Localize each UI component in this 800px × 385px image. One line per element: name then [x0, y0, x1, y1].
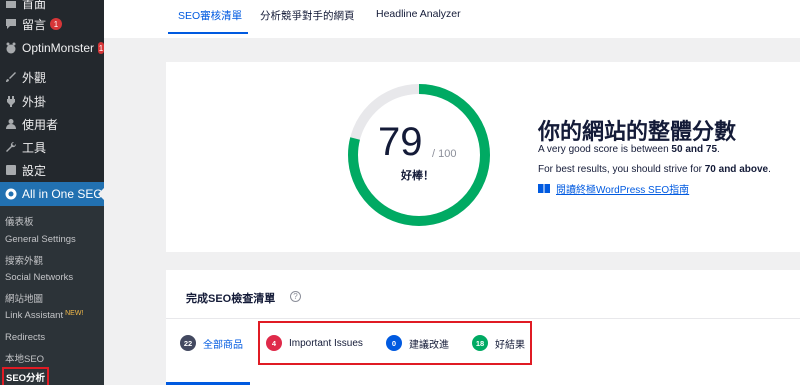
- tab-all-items[interactable]: 22 全部商品: [180, 335, 243, 351]
- analysis-tabs: SEO審核清單 分析競爭對手的網頁 Headline Analyzer: [104, 0, 800, 38]
- sidebar-item-optinmonster[interactable]: OptinMonster 1: [0, 37, 104, 59]
- seo-guide-link-label: 閱讀終極WordPress SEO指南: [556, 185, 690, 196]
- notification-badge: 1: [50, 18, 63, 30]
- score-range-text: A very good score is between 50 and 75.: [538, 144, 720, 155]
- site-score-card: 79 / 100 好棒！ 你的網站的整體分數 A very good score…: [166, 62, 800, 252]
- sidebar-item-label: 外掛: [22, 94, 47, 109]
- sidebar-item-settings[interactable]: 設定: [0, 159, 104, 181]
- sidebar-item-label: OptinMonster: [22, 41, 95, 55]
- score-title: 你的網站的整體分數: [538, 119, 737, 144]
- score-advice-text: For best results, you should strive for …: [538, 164, 771, 175]
- sidebar-item-label: 首面: [22, 0, 47, 11]
- sidebar-item-label: 留言: [22, 17, 47, 32]
- text-part: For best results, you should strive for: [538, 164, 705, 175]
- tab-analyze-competitor[interactable]: 分析競爭對手的網頁: [260, 8, 355, 23]
- tab-label: 全部商品: [203, 339, 243, 351]
- tab-headline-analyzer[interactable]: Headline Analyzer: [376, 8, 461, 20]
- sidebar-item-users[interactable]: 使用者: [0, 113, 104, 135]
- sidebar-item-comments[interactable]: 留言 1: [0, 13, 104, 35]
- admin-sidebar: 首面 留言 1 OptinMonster 1 外觀 外掛 使用者 工具 設定 A…: [0, 0, 104, 385]
- sidebar-item-all-in-one-seo[interactable]: All in One SEO: [0, 182, 104, 206]
- checklist-title: 完成SEO檢查清單: [186, 293, 276, 305]
- aioseo-icon: [5, 188, 17, 200]
- settings-icon: [5, 164, 17, 176]
- home-icon: [5, 0, 17, 9]
- sidebar-item-tools[interactable]: 工具: [0, 136, 104, 158]
- wrench-icon: [5, 141, 17, 153]
- submenu-seo-analysis[interactable]: SEO分析: [2, 367, 50, 385]
- optinmonster-icon: [5, 42, 17, 54]
- submenu-redirects[interactable]: Redirects: [5, 332, 45, 343]
- active-tab-indicator: [168, 32, 248, 34]
- submenu-dashboard[interactable]: 儀表板: [5, 214, 34, 228]
- sidebar-item-label: All in One SEO: [22, 187, 103, 201]
- sidebar-item-dashboard[interactable]: 首面: [0, 0, 104, 14]
- plugin-icon: [5, 95, 17, 107]
- seo-guide-link[interactable]: 閱讀終極WordPress SEO指南: [538, 181, 689, 196]
- text-part: .: [717, 144, 720, 155]
- text-bold: 70 and above: [704, 164, 769, 175]
- sidebar-item-label: 外觀: [22, 70, 47, 85]
- score-max: / 100: [432, 148, 457, 160]
- sidebar-item-label: 使用者: [22, 117, 59, 132]
- count-badge: 22: [180, 335, 196, 351]
- highlight-annotation: [258, 321, 532, 365]
- paintbrush-icon: [5, 71, 17, 83]
- submenu-link-assistant[interactable]: Link Assistant NEW!: [5, 310, 83, 321]
- submenu-search-appearance[interactable]: 搜索外觀: [5, 253, 43, 267]
- sidebar-item-label: 工具: [22, 140, 47, 155]
- text-part: A very good score is between: [538, 144, 672, 155]
- sidebar-item-appearance[interactable]: 外觀: [0, 66, 104, 88]
- text-bold: 50 and 75: [671, 144, 718, 155]
- sidebar-item-plugins[interactable]: 外掛: [0, 90, 104, 112]
- submenu-label: Link Assistant: [5, 310, 64, 321]
- help-icon[interactable]: ?: [290, 291, 301, 302]
- submenu-social-networks[interactable]: Social Networks: [5, 272, 73, 283]
- text-part: .: [768, 164, 771, 175]
- score-value: 79: [378, 120, 423, 164]
- book-icon: [538, 184, 550, 193]
- tab-seo-audit-checklist[interactable]: SEO審核清單: [178, 8, 242, 23]
- submenu-general-settings[interactable]: General Settings: [5, 234, 76, 245]
- divider: [166, 318, 800, 319]
- submenu-local-seo[interactable]: 本地SEO: [5, 351, 44, 365]
- main-content: SEO審核清單 分析競爭對手的網頁 Headline Analyzer 79 /…: [104, 0, 800, 385]
- comment-icon: [5, 18, 17, 30]
- sidebar-item-label: 設定: [22, 163, 47, 178]
- score-rating: 好棒！: [401, 170, 434, 182]
- submenu-sitemaps[interactable]: 網站地圖: [5, 291, 43, 305]
- user-icon: [5, 118, 17, 130]
- aioseo-submenu: 儀表板 General Settings 搜索外觀 Social Network…: [0, 206, 104, 385]
- seo-checklist-card: 完成SEO檢查清單 ? 22 全部商品 4 Important Issues 0…: [166, 270, 800, 385]
- new-badge: NEW!: [65, 310, 84, 317]
